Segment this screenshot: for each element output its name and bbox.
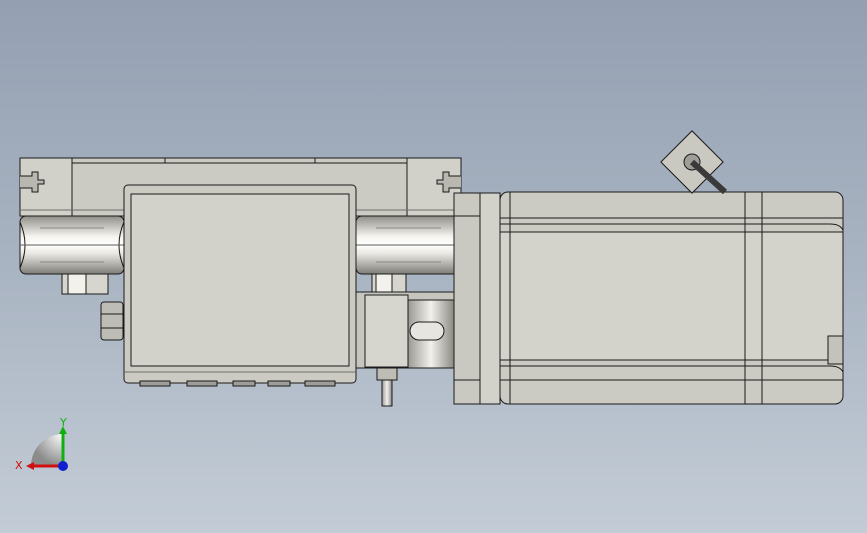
y-axis-label: Y	[59, 416, 67, 429]
servo-motor-body	[499, 191, 844, 405]
axis-triad: Y X	[15, 416, 68, 472]
right-wheel-nut	[371, 273, 407, 295]
right-guide-wheel	[355, 215, 462, 275]
cad-viewport[interactable]: Y X	[0, 0, 867, 533]
x-axis-label: X	[15, 459, 23, 472]
coupling-housing	[355, 291, 455, 369]
left-guide-wheel	[19, 215, 125, 275]
z-axis-dot	[58, 461, 68, 471]
left-bolt-block	[100, 301, 124, 341]
triad-quadrant	[31, 434, 63, 466]
left-wheel-nut	[61, 273, 109, 295]
shaft-pin	[376, 367, 398, 407]
slide-module-model	[19, 130, 844, 407]
motor-flange	[453, 192, 501, 405]
cable-connector	[660, 130, 728, 195]
main-housing	[123, 184, 357, 387]
